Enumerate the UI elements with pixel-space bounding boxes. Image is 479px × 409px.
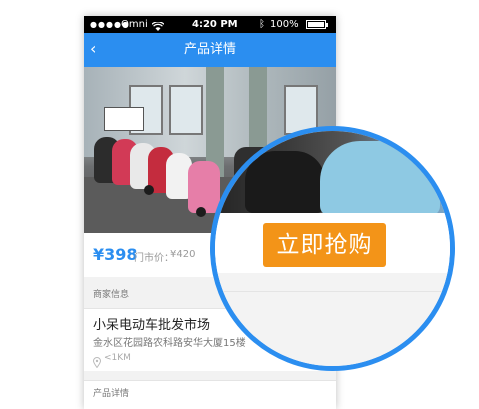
carrier-label: Omni	[121, 19, 148, 30]
market-price: ¥420	[170, 249, 196, 260]
price: ¥398	[93, 245, 138, 264]
product-detail-section-header[interactable]: 产品详情	[84, 380, 336, 409]
buy-now-button[interactable]: 立即抢购	[263, 223, 386, 267]
merchant-distance: <1KM	[104, 353, 131, 363]
nav-bar: ‹ 产品详情	[84, 33, 336, 67]
page-title: 产品详情	[183, 42, 236, 57]
status-bar: ●●●●● Omni 4:20 PM ᛒ 100%	[84, 16, 336, 33]
merchant-name: 小呆电动车批发市场	[93, 318, 211, 333]
clock: 4:20 PM	[192, 19, 238, 30]
battery-percentage: 100%	[270, 19, 299, 30]
magnifier-callout: 立即抢购	[210, 126, 455, 371]
bluetooth-icon: ᛒ	[259, 19, 265, 30]
market-price-label: 门市价：	[134, 253, 174, 264]
product-detail-title: 产品详情	[93, 389, 130, 399]
battery-icon	[306, 20, 328, 29]
merchant-section-title: 商家信息	[93, 290, 130, 300]
map-pin-icon	[92, 353, 102, 372]
